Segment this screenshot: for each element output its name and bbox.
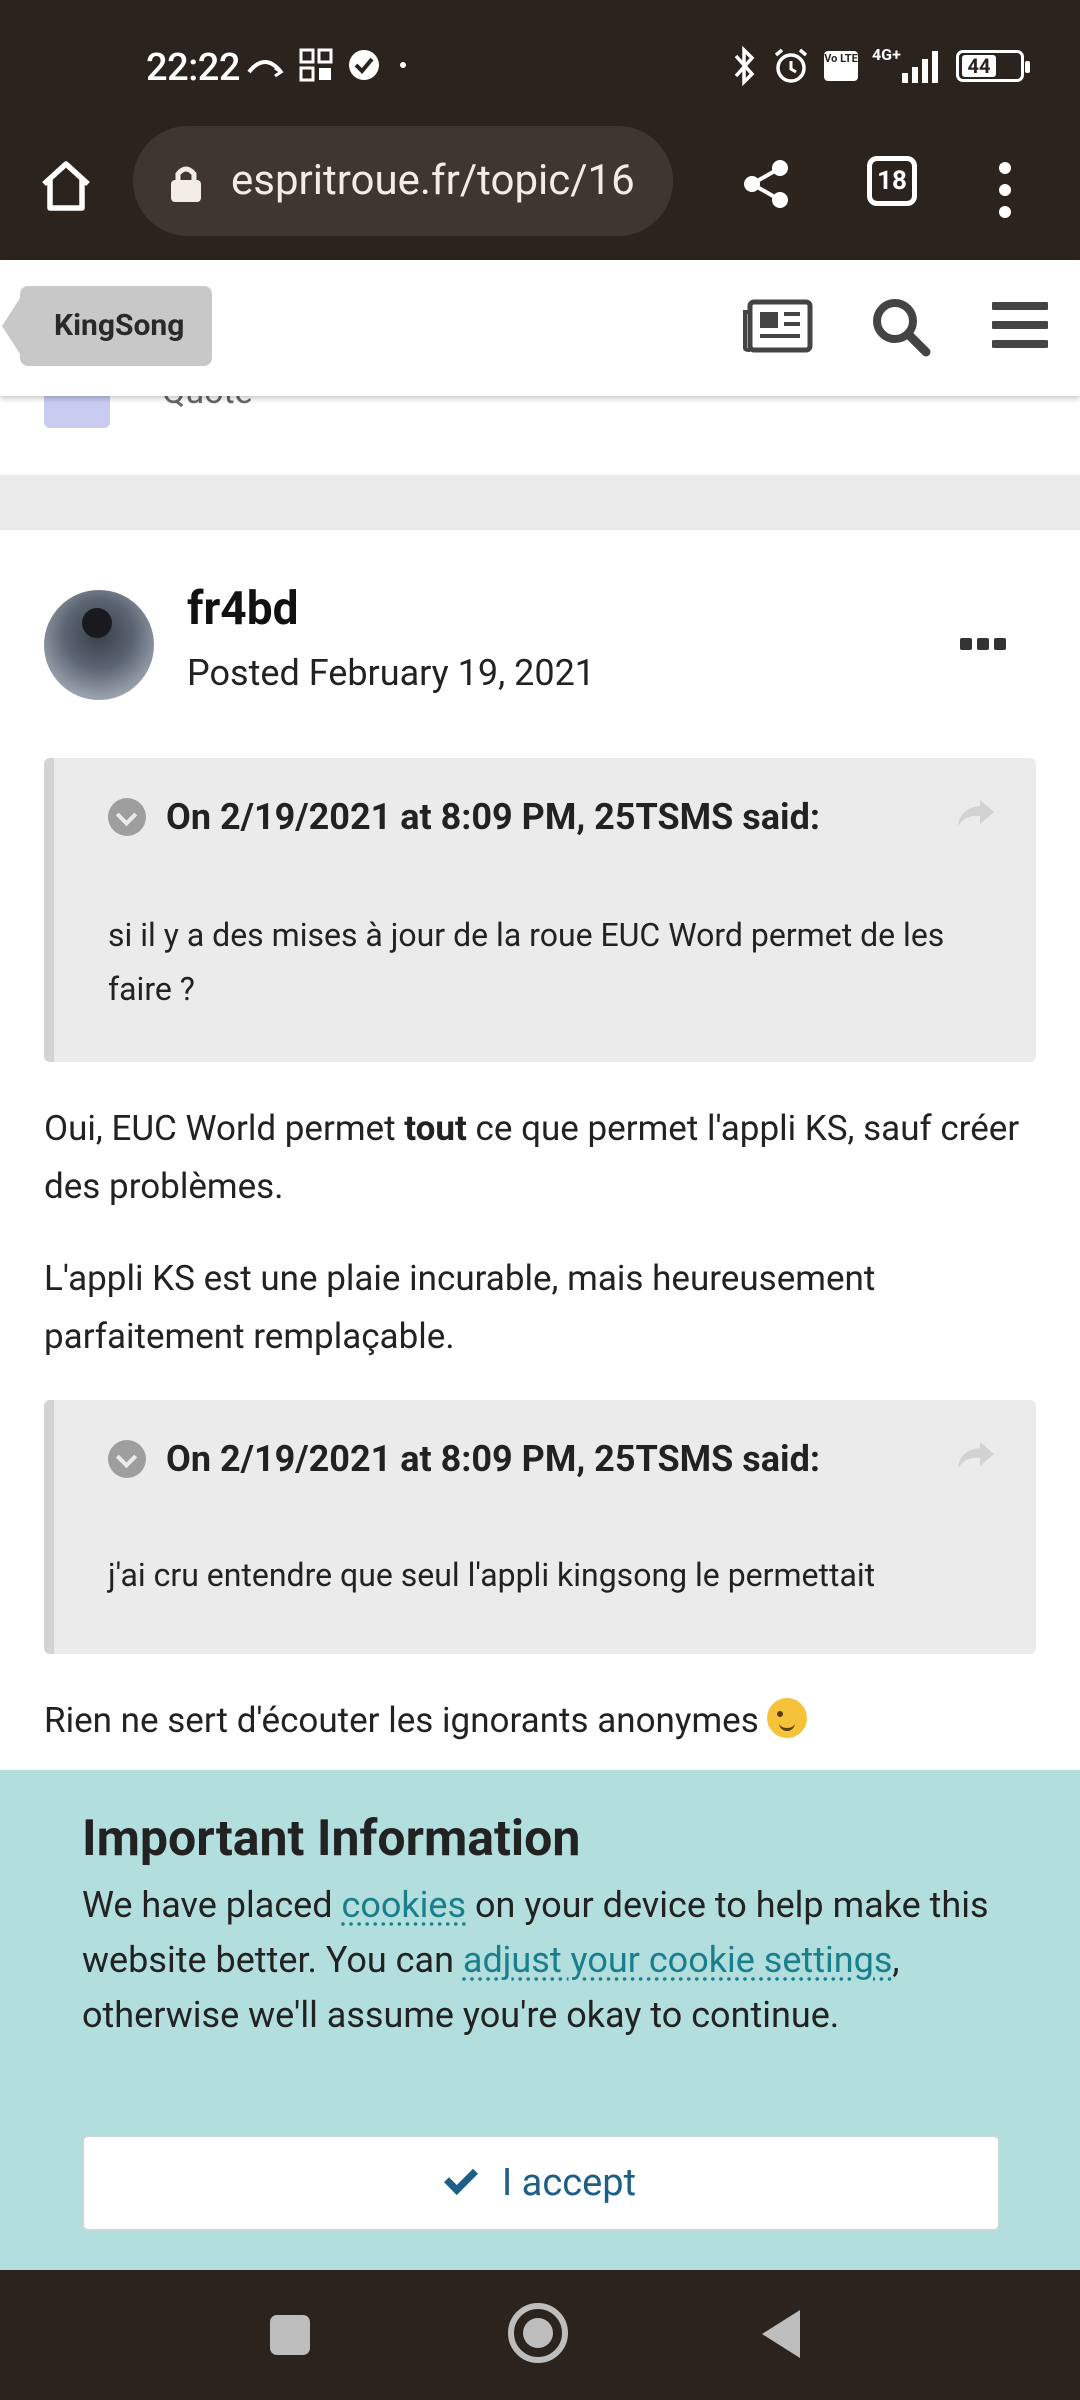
avatar[interactable] [44,590,154,700]
collapse-toggle-icon[interactable] [108,798,146,836]
status-notification-icons [245,48,411,82]
post-text: Oui, EUC World permet [44,1108,405,1149]
nav-home-icon[interactable] [508,2303,568,2363]
share-icon[interactable] [740,158,792,210]
check-icon [443,2161,478,2195]
lock-icon [171,166,201,202]
status-time: 22:22 [146,46,240,90]
cookie-message: We have placed cookies on your device to… [82,1878,1012,2043]
post-paragraph: Oui, EUC World permet tout ce que permet… [44,1100,1044,1216]
signal-icon: 4G+ [872,45,942,85]
volte-icon: Vo LTE [824,51,858,81]
wink-emoji-icon [766,1698,807,1738]
recent-apps-icon[interactable] [270,2315,310,2355]
cookie-banner: Important Information We have placed coo… [0,1770,1080,2270]
post-date: Posted February 19, 2021 [187,652,596,694]
tab-switcher-button[interactable]: 18 [867,156,917,206]
battery-icon: 44 [956,50,1030,82]
app-grid-icon [299,48,333,82]
battery-level: 44 [962,55,996,77]
quote-citation: On 2/19/2021 at 8:09 PM, 25TSMS said: [166,1438,820,1480]
search-icon[interactable] [870,296,932,358]
browser-toolbar: espritroue.fr/topic/16 18 [0,120,1080,260]
collapse-toggle-icon[interactable] [108,1440,146,1478]
quote-block: On 2/19/2021 at 8:09 PM, 25TSMS said: j'… [44,1400,1036,1654]
quote-body: j'ai cru entendre que seul l'appli kings… [108,1556,876,1594]
bluetooth-icon [734,46,755,86]
post-text: Rien ne sert d'écouter les ignorants ano… [44,1700,759,1741]
quote-citation: On 2/19/2021 at 8:09 PM, 25TSMS said: [166,796,820,838]
more-horiz-icon[interactable] [958,634,1008,654]
quote-forward-icon[interactable] [956,1440,996,1470]
post-bold-text: tout [404,1108,467,1149]
post-author[interactable]: fr4bd [187,582,298,636]
check-badge-icon [349,50,379,80]
address-bar[interactable]: espritroue.fr/topic/16 [133,126,673,236]
accept-cookies-button[interactable]: I accept [82,2135,1000,2231]
back-icon[interactable] [762,2310,800,2358]
breadcrumb-kingsong[interactable]: KingSong [1,286,213,366]
cookie-title: Important Information [82,1810,581,1868]
quote-block: On 2/19/2021 at 8:09 PM, 25TSMS said: si… [44,758,1036,1062]
dot-icon [400,62,406,68]
cookie-text: We have placed [82,1884,342,1926]
home-icon[interactable] [36,156,96,216]
more-vert-icon[interactable] [995,160,1015,220]
url-text[interactable]: espritroue.fr/topic/16 [231,156,661,205]
post-separator [0,475,1080,530]
quote-body: si il y a des mises à jour de la roue EU… [108,916,945,1008]
status-system-icons: Vo LTE 4G+ 44 [732,45,1030,86]
status-bar: 22:22 Vo LTE 4G+ 44 [0,0,1080,120]
cookie-settings-link[interactable]: adjust your cookie settings [463,1939,893,1981]
accept-label: I accept [501,2161,637,2205]
cookies-link[interactable]: cookies [342,1884,467,1926]
forum-post: fr4bd Posted February 19, 2021 On 2/19/2… [0,530,1080,1770]
quote-forward-icon[interactable] [956,798,996,828]
missed-call-icon [247,60,284,78]
post-paragraph: L'appli KS est une plaie incurable, mais… [44,1258,876,1357]
system-nav-bar [0,2270,1080,2400]
alarm-icon [774,48,808,83]
site-header: KingSong [0,260,1080,396]
news-icon[interactable] [742,298,814,354]
post-paragraph: Rien ne sert d'écouter les ignorants ano… [44,1692,1044,1750]
hamburger-menu-icon[interactable] [992,300,1048,350]
